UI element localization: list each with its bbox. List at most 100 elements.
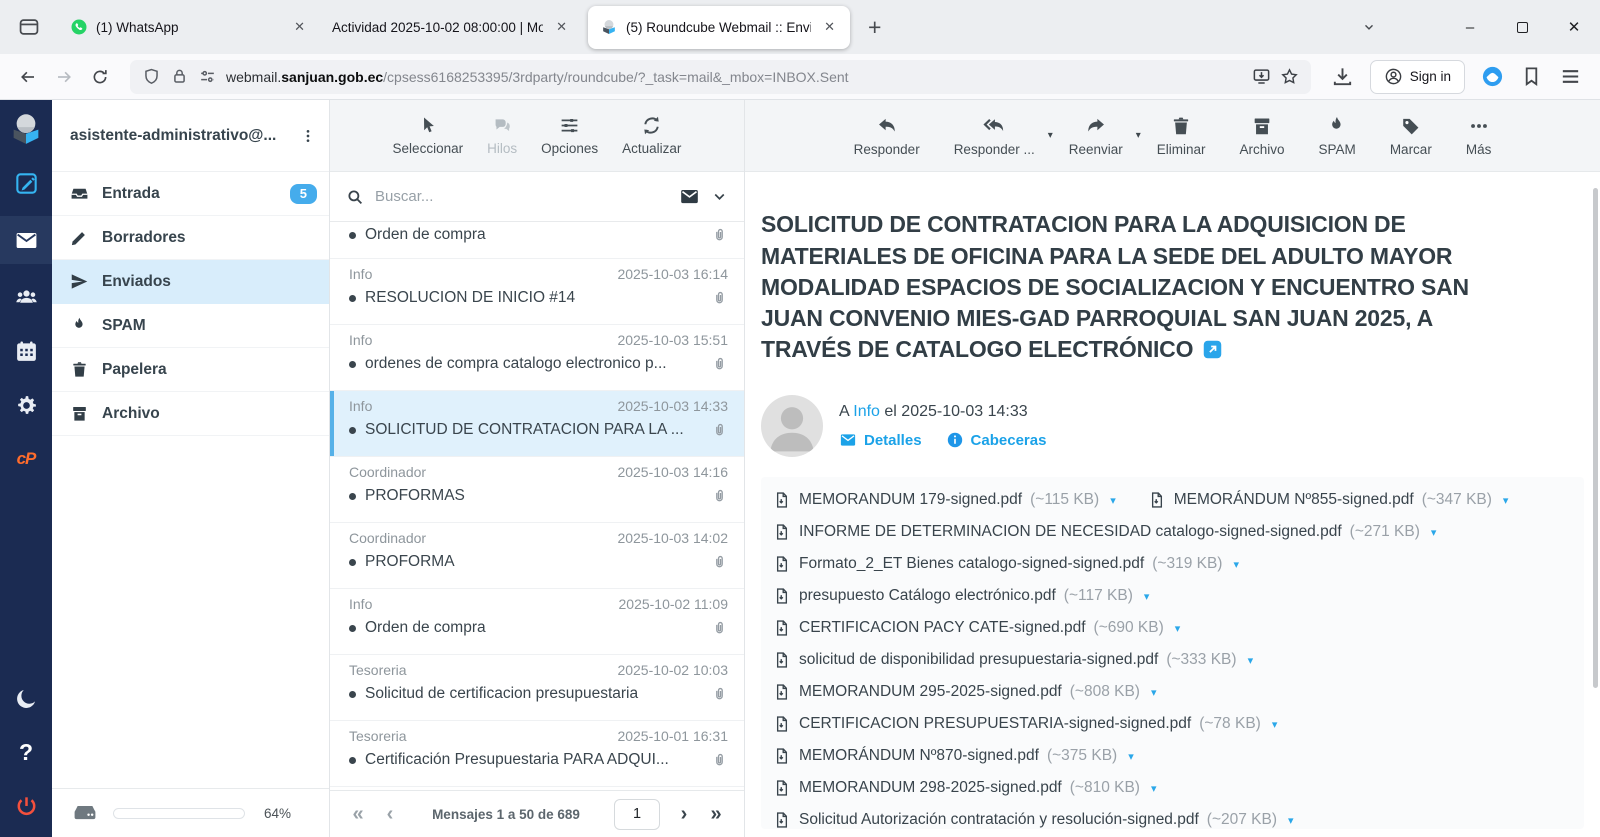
dropdown-caret-icon[interactable]: ▾ <box>1048 130 1053 141</box>
message-row[interactable]: Coordinador2025-10-03 14:16PROFORMAS <box>330 457 744 523</box>
browser-tab-active[interactable]: (5) Roundcube Webmail :: Envia✕ <box>588 6 850 49</box>
mail-nav[interactable] <box>0 216 52 264</box>
search-bar[interactable]: Buscar... <box>330 172 744 222</box>
archivobutton[interactable]: Archivo <box>1228 115 1297 157</box>
attachment-menu-caret-icon[interactable]: ▾ <box>1431 526 1437 539</box>
lock-icon[interactable] <box>170 67 189 86</box>
sidebar-item-papelera[interactable]: Papelera <box>52 348 329 392</box>
account-menu-kebab-icon[interactable] <box>293 121 323 151</box>
cpanel-nav[interactable]: cP <box>0 438 52 480</box>
recipient-link[interactable]: Info <box>853 403 880 420</box>
attachment-menu-caret-icon[interactable]: ▾ <box>1503 494 1509 507</box>
reload-button[interactable] <box>84 61 116 93</box>
sidebar-item-enviados[interactable]: Enviados <box>52 260 329 304</box>
list-tabs-chevron-icon[interactable] <box>1354 12 1384 42</box>
new-tab-button[interactable]: + <box>856 16 893 39</box>
eliminarbutton[interactable]: Eliminar <box>1145 115 1218 157</box>
browser-tab[interactable]: (1) WhatsApp✕ <box>58 0 320 54</box>
details-toggle[interactable]: Detalles <box>839 431 922 449</box>
bookmark-star-icon[interactable] <box>1280 67 1299 86</box>
tab-close-icon[interactable]: ✕ <box>289 17 310 37</box>
attachment-item[interactable]: Solicitud Autorización contratación y re… <box>773 811 1294 829</box>
message-row[interactable]: Tesoreria2025-10-01 16:31Certificación P… <box>330 721 744 787</box>
contacts-nav[interactable] <box>0 276 52 318</box>
opciones-button[interactable]: Opciones <box>532 115 607 156</box>
firefox-view-icon[interactable] <box>12 10 46 44</box>
spambutton[interactable]: SPAM <box>1307 115 1368 157</box>
settings-nav[interactable] <box>0 384 52 426</box>
attachment-menu-caret-icon[interactable]: ▾ <box>1288 814 1294 827</box>
url-bar[interactable]: webmail.sanjuan.gob.ec/cpsess6168253395/… <box>130 60 1311 94</box>
downloads-icon[interactable] <box>1331 65 1354 88</box>
message-row[interactable]: Coordinador2025-10-03 14:02PROFORMA <box>330 523 744 589</box>
help-button[interactable]: ? <box>0 731 52 773</box>
scrollbar-thumb[interactable] <box>1593 188 1598 688</box>
search-scope-mail-icon[interactable] <box>679 186 700 207</box>
attachment-item[interactable]: solicitud de disponibilidad presupuestar… <box>773 651 1253 669</box>
attachment-item[interactable]: MEMORANDUM 179-signed.pdf(~115 KB)▾ <box>773 491 1116 509</box>
tab-close-icon[interactable]: ✕ <box>551 17 572 37</box>
attachment-item[interactable]: CERTIFICACION PRESUPUESTARIA-signed-sign… <box>773 715 1277 733</box>
másbutton[interactable]: Más <box>1454 115 1504 157</box>
message-row[interactable]: Orden de compra <box>330 222 744 259</box>
menu-hamburger-icon[interactable] <box>1559 65 1582 88</box>
attachment-item[interactable]: MEMORÁNDUM Nº855-signed.pdf(~347 KB)▾ <box>1148 491 1509 509</box>
next-page-button[interactable]: › <box>668 803 700 826</box>
extension-bookmark-icon[interactable] <box>1520 65 1543 88</box>
browser-tab[interactable]: Actividad 2025-10-02 08:00:00 | Mo✕ <box>320 0 582 54</box>
minimize-button[interactable]: – <box>1444 0 1496 54</box>
attachment-menu-caret-icon[interactable]: ▾ <box>1272 718 1278 731</box>
responder-button[interactable]: Responder ...▾ <box>942 115 1047 157</box>
extension-blue-icon[interactable] <box>1481 65 1504 88</box>
marcarbutton[interactable]: Marcar <box>1378 115 1444 157</box>
sidebar-item-archivo[interactable]: Archivo <box>52 392 329 436</box>
dark-mode-toggle[interactable] <box>0 677 52 719</box>
forward-button[interactable] <box>48 61 80 93</box>
attachment-menu-caret-icon[interactable]: ▾ <box>1233 558 1239 571</box>
search-input[interactable]: Buscar... <box>375 188 668 205</box>
reenviarbutton[interactable]: Reenviar▾ <box>1057 115 1135 157</box>
attachment-menu-caret-icon[interactable]: ▾ <box>1248 654 1254 667</box>
responderbutton[interactable]: Responder <box>842 115 932 157</box>
last-page-button[interactable]: » <box>700 803 732 826</box>
headers-toggle[interactable]: Cabeceras <box>946 431 1047 449</box>
actualizar-button[interactable]: Actualizar <box>613 115 690 156</box>
search-options-chevron-icon[interactable] <box>711 188 728 205</box>
attachment-menu-caret-icon[interactable]: ▾ <box>1151 782 1157 795</box>
compose-button[interactable] <box>0 162 52 204</box>
prev-page-button[interactable]: ‹ <box>374 803 406 826</box>
restore-button[interactable] <box>1496 0 1548 54</box>
first-page-button[interactable]: « <box>342 803 374 826</box>
logout-button[interactable] <box>0 785 52 827</box>
message-row[interactable]: Info2025-10-03 16:14RESOLUCION DE INICIO… <box>330 259 744 325</box>
sign-in-button[interactable]: Sign in <box>1370 60 1465 94</box>
sidebar-item-borradores[interactable]: Borradores <box>52 216 329 260</box>
attachment-menu-caret-icon[interactable]: ▾ <box>1144 590 1150 603</box>
sidebar-item-spam[interactable]: SPAM <box>52 304 329 348</box>
open-in-new-window-icon[interactable] <box>1202 339 1223 360</box>
attachment-menu-caret-icon[interactable]: ▾ <box>1128 750 1134 763</box>
back-button[interactable] <box>12 61 44 93</box>
message-row[interactable]: Tesoreria2025-10-02 10:03Solicitud de ce… <box>330 655 744 721</box>
attachment-item[interactable]: presupuesto Catálogo electrónico.pdf(~11… <box>773 587 1149 605</box>
message-row[interactable]: Info2025-10-03 15:51ordenes de compra ca… <box>330 325 744 391</box>
page-number-input[interactable]: 1 <box>614 799 660 830</box>
attachment-item[interactable]: Formato_2_ET Bienes catalogo-signed-sign… <box>773 555 1239 573</box>
close-window-button[interactable]: ✕ <box>1548 0 1600 54</box>
attachment-menu-caret-icon[interactable]: ▾ <box>1175 622 1181 635</box>
attachment-item[interactable]: MEMORANDUM 298-2025-signed.pdf(~810 KB)▾ <box>773 779 1157 797</box>
dropdown-caret-icon[interactable]: ▾ <box>1136 130 1141 141</box>
shield-icon[interactable] <box>142 67 161 86</box>
seleccionar-button[interactable]: Seleccionar <box>384 115 473 156</box>
attachment-item[interactable]: MEMORANDUM 295-2025-signed.pdf(~808 KB)▾ <box>773 683 1157 701</box>
save-page-icon[interactable] <box>1252 67 1271 86</box>
message-row[interactable]: Info2025-10-03 14:33SOLICITUD DE CONTRAT… <box>330 391 744 457</box>
message-row[interactable]: Info2025-10-02 11:09Orden de compra <box>330 589 744 655</box>
tab-close-icon[interactable]: ✕ <box>819 17 840 37</box>
attachment-menu-caret-icon[interactable]: ▾ <box>1110 494 1116 507</box>
attachment-item[interactable]: CERTIFICACION PACY CATE-signed.pdf(~690 … <box>773 619 1180 637</box>
calendar-nav[interactable] <box>0 330 52 372</box>
attachment-item[interactable]: INFORME DE DETERMINACION DE NECESIDAD ca… <box>773 523 1436 541</box>
app-logo[interactable] <box>0 108 52 150</box>
permissions-icon[interactable] <box>198 67 217 86</box>
